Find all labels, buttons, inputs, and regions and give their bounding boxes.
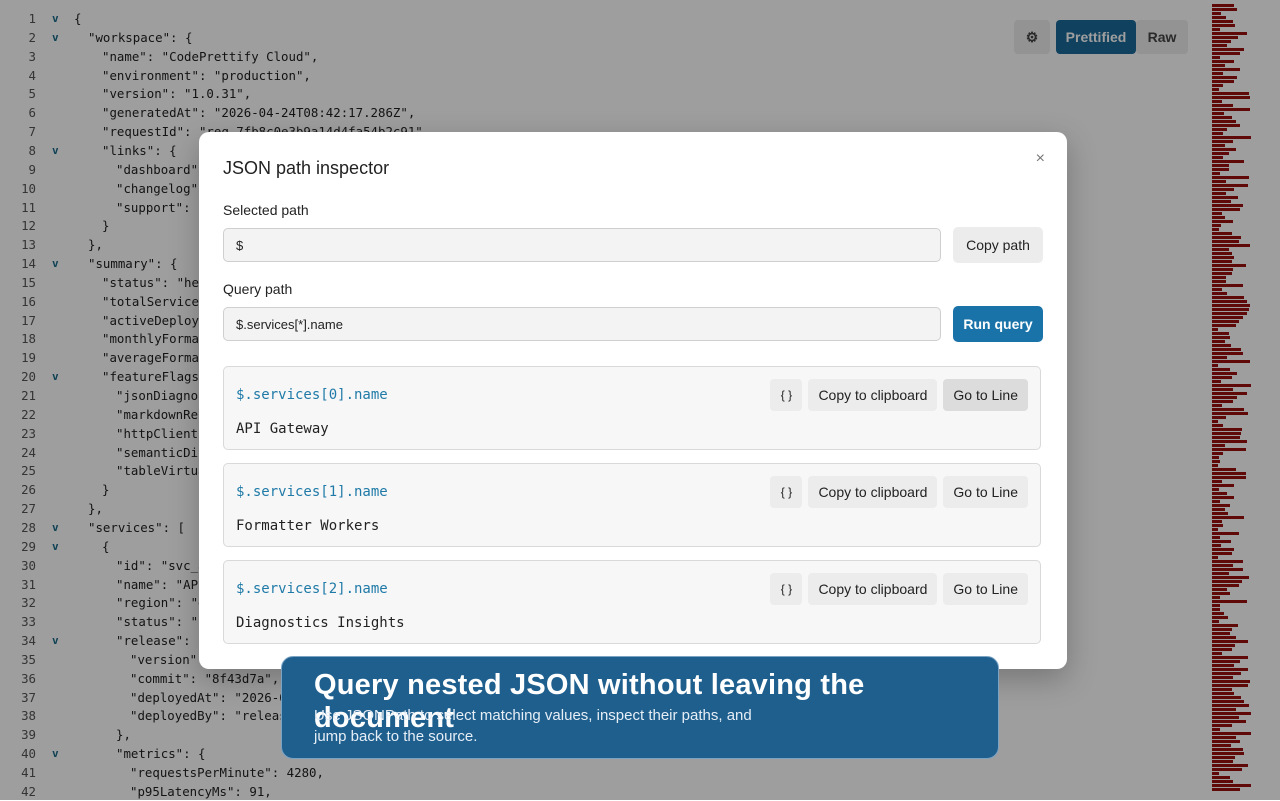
result-path: $.services[0].name [236,387,388,403]
promo-banner: Query nested JSON without leaving the do… [281,656,999,759]
go-to-line-button[interactable]: Go to Line [943,476,1028,508]
go-to-line-button[interactable]: Go to Line [943,573,1028,605]
result-path: $.services[2].name [236,581,388,597]
result-value: API Gateway [236,421,329,437]
copy-to-clipboard-button[interactable]: Copy to clipboard [808,379,938,411]
go-to-line-button[interactable]: Go to Line [943,379,1028,411]
result-card: $.services[1].name Formatter Workers { } Co… [223,463,1041,547]
selected-path-label: Selected path [223,202,309,218]
selected-path-field[interactable] [223,228,941,262]
result-value: Formatter Workers [236,518,380,534]
close-icon[interactable]: × [1036,150,1045,168]
result-actions: { } Copy to clipboard Go to Line [770,573,1028,605]
json-path-inspector-dialog: JSON path inspector × Selected path Copy… [199,132,1067,669]
banner-subtitle: Use JSONPath to select matching values, … [314,707,752,745]
result-path: $.services[1].name [236,484,388,500]
copy-to-clipboard-button[interactable]: Copy to clipboard [808,476,938,508]
query-path-label: Query path [223,281,293,297]
result-actions: { } Copy to clipboard Go to Line [770,476,1028,508]
braces-icon[interactable]: { } [770,476,803,508]
dialog-title: JSON path inspector [223,158,390,178]
result-card: $.services[0].name API Gateway { } Copy to … [223,366,1041,450]
result-card: $.services[2].name Diagnostics Insights { … [223,560,1041,644]
result-value: Diagnostics Insights [236,615,405,631]
copy-path-button[interactable]: Copy path [953,227,1043,263]
braces-icon[interactable]: { } [770,573,803,605]
copy-to-clipboard-button[interactable]: Copy to clipboard [808,573,938,605]
run-query-button[interactable]: Run query [953,306,1043,342]
result-actions: { } Copy to clipboard Go to Line [770,379,1028,411]
query-path-input[interactable] [223,307,941,341]
braces-icon[interactable]: { } [770,379,803,411]
